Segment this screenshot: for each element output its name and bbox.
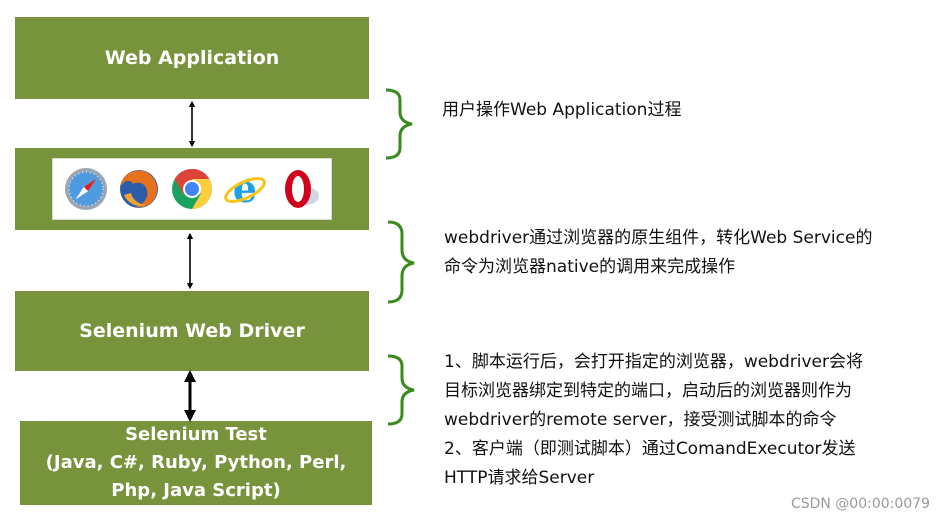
desc-line: webdriver通过浏览器的原生组件，转化Web Service的 [444,228,873,248]
web-application-block: Web Application [15,17,369,99]
desc-line: 1、脚本运行后，会打开指定的浏览器，webdriver会将 [444,352,863,372]
desc-line: HTTP请求给Server [444,468,595,488]
desc-test-flow: 1、脚本运行后，会打开指定的浏览器，webdriver会将 目标浏览器绑定到特定… [444,348,863,493]
chrome-icon [171,169,212,209]
firefox-icon [119,170,158,208]
desc-webdriver-native: webdriver通过浏览器的原生组件，转化Web Service的 命令为浏览… [444,224,872,282]
brace-user-operation [385,88,413,160]
desc-line: 目标浏览器绑定到特定的端口，启动后的浏览器则作为 [444,381,852,401]
web-application-label: Web Application [104,47,280,69]
selenium-web-driver-block: Selenium Web Driver [15,291,369,371]
watermark: CSDN @00:00:0079 [790,496,930,512]
browser-logo-strip: e [52,158,332,220]
desc-user-operation: 用户操作Web Application过程 [442,96,681,125]
selenium-test-languages-line-2: Php, Java Script) [111,480,281,501]
internet-explorer-icon: e [224,166,266,211]
desc-line: 2、客户端（即测试脚本）通过ComandExecutor发送 [444,439,856,459]
brace-test-flow [387,354,415,426]
desc-line: 命令为浏览器native的调用来完成操作 [444,257,736,277]
safari-icon [64,168,107,210]
brace-webdriver-native [387,220,415,304]
opera-icon [285,170,320,208]
selenium-test-languages-line-1: (Java, C#, Ruby, Python, Perl, [45,452,347,473]
selenium-test-title: Selenium Test [125,424,267,445]
desc-line: 用户操作Web Application过程 [442,100,682,120]
browsers-block: e [15,148,369,230]
desc-line: webdriver的remote server，接受测试脚本的命令 [444,410,837,430]
selenium-web-driver-label: Selenium Web Driver [79,320,305,342]
selenium-test-block: Selenium Test (Java, C#, Ruby, Python, P… [20,421,372,505]
svg-text:e: e [233,166,257,211]
